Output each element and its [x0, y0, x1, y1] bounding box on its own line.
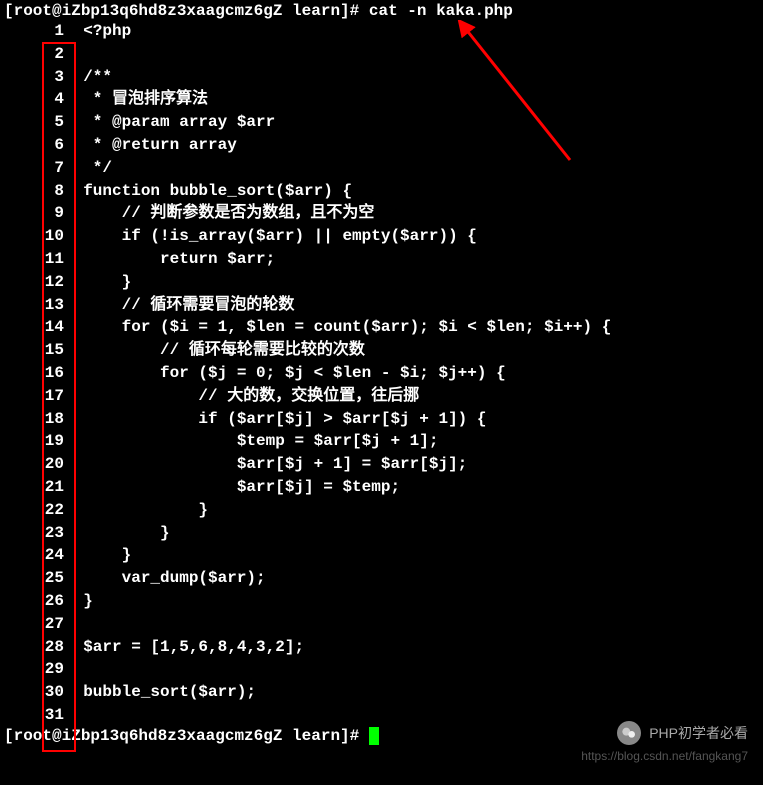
code-line: 21 $arr[$j] = $temp; [4, 476, 759, 499]
code-content: /** [83, 68, 112, 86]
code-line: 24 } [4, 544, 759, 567]
code-line: 11 return $arr; [4, 248, 759, 271]
code-line: 2 [4, 43, 759, 66]
watermark: https://blog.csdn.net/fangkang7 [581, 749, 748, 763]
code-content: $arr = [1,5,6,8,4,3,2]; [83, 638, 304, 656]
code-content: $arr[$j + 1] = $arr[$j]; [83, 455, 467, 473]
code-line: 25 var_dump($arr); [4, 567, 759, 590]
cursor [369, 727, 379, 745]
code-content: if (!is_array($arr) || empty($arr)) { [83, 227, 477, 245]
code-content: var_dump($arr); [83, 569, 265, 587]
line-number: 27 [4, 613, 64, 636]
code-content: $temp = $arr[$j + 1]; [83, 432, 438, 450]
wechat-icon [617, 721, 641, 745]
line-number: 13 [4, 294, 64, 317]
code-content: <?php [83, 22, 131, 40]
line-number: 1 [4, 20, 64, 43]
code-content: } [83, 592, 93, 610]
code-line: 17 // 大的数，交换位置，往后挪 [4, 385, 759, 408]
line-number: 10 [4, 225, 64, 248]
code-line: 16 for ($j = 0; $j < $len - $i; $j++) { [4, 362, 759, 385]
line-number: 16 [4, 362, 64, 385]
command-prompt-1: [root@iZbp13q6hd8z3xaagcmz6gZ learn]# ca… [4, 2, 759, 20]
code-content: for ($j = 0; $j < $len - $i; $j++) { [83, 364, 505, 382]
code-line: 20 $arr[$j + 1] = $arr[$j]; [4, 453, 759, 476]
code-content: // 循环需要冒泡的轮数 [83, 296, 294, 314]
code-content: } [83, 524, 169, 542]
line-number: 2 [4, 43, 64, 66]
line-number: 4 [4, 88, 64, 111]
code-line: 4 * 冒泡排序算法 [4, 88, 759, 111]
code-line: 29 [4, 658, 759, 681]
code-line: 15 // 循环每轮需要比较的次数 [4, 339, 759, 362]
line-number: 7 [4, 157, 64, 180]
line-number: 26 [4, 590, 64, 613]
code-line: 19 $temp = $arr[$j + 1]; [4, 430, 759, 453]
line-number: 17 [4, 385, 64, 408]
line-number: 9 [4, 202, 64, 225]
code-line: 14 for ($i = 1, $len = count($arr); $i <… [4, 316, 759, 339]
line-number: 19 [4, 430, 64, 453]
line-number: 23 [4, 522, 64, 545]
line-number: 11 [4, 248, 64, 271]
wechat-text: PHP初学者必看 [649, 723, 748, 743]
code-line: 27 [4, 613, 759, 636]
code-content: // 大的数，交换位置，往后挪 [83, 387, 419, 405]
code-line: 12 } [4, 271, 759, 294]
code-content: * @param array $arr [83, 113, 275, 131]
code-line: 23 } [4, 522, 759, 545]
code-line: 7 */ [4, 157, 759, 180]
line-number: 12 [4, 271, 64, 294]
line-number: 6 [4, 134, 64, 157]
code-content: } [83, 546, 131, 564]
code-content: function bubble_sort($arr) { [83, 182, 352, 200]
code-content: * 冒泡排序算法 [83, 90, 208, 108]
code-line: 18 if ($arr[$j] > $arr[$j + 1]) { [4, 408, 759, 431]
terminal[interactable]: [root@iZbp13q6hd8z3xaagcmz6gZ learn]# ca… [0, 0, 763, 747]
line-number: 22 [4, 499, 64, 522]
code-line: 22 } [4, 499, 759, 522]
code-content: return $arr; [83, 250, 275, 268]
code-output: 1 <?php2 3 /**4 * 冒泡排序算法5 * @param array… [4, 20, 759, 727]
line-number: 30 [4, 681, 64, 704]
code-content: for ($i = 1, $len = count($arr); $i < $l… [83, 318, 611, 336]
code-line: 1 <?php [4, 20, 759, 43]
line-number: 21 [4, 476, 64, 499]
code-line: 30 bubble_sort($arr); [4, 681, 759, 704]
code-line: 5 * @param array $arr [4, 111, 759, 134]
code-content: // 循环每轮需要比较的次数 [83, 341, 365, 359]
code-content: } [83, 501, 208, 519]
line-number: 3 [4, 66, 64, 89]
line-number: 14 [4, 316, 64, 339]
code-line: 3 /** [4, 66, 759, 89]
line-number: 18 [4, 408, 64, 431]
code-content: */ [83, 159, 112, 177]
code-line: 9 // 判断参数是否为数组，且不为空 [4, 202, 759, 225]
code-content: * @return array [83, 136, 237, 154]
line-number: 15 [4, 339, 64, 362]
code-line: 8 function bubble_sort($arr) { [4, 180, 759, 203]
line-number: 20 [4, 453, 64, 476]
line-number: 31 [4, 704, 64, 727]
line-number: 29 [4, 658, 64, 681]
line-number: 5 [4, 111, 64, 134]
code-line: 13 // 循环需要冒泡的轮数 [4, 294, 759, 317]
code-content: if ($arr[$j] > $arr[$j + 1]) { [83, 410, 486, 428]
code-content: bubble_sort($arr); [83, 683, 256, 701]
line-number: 24 [4, 544, 64, 567]
code-content: $arr[$j] = $temp; [83, 478, 400, 496]
code-content: } [83, 273, 131, 291]
code-content: // 判断参数是否为数组，且不为空 [83, 204, 374, 222]
wechat-badge: PHP初学者必看 [617, 721, 748, 745]
line-number: 25 [4, 567, 64, 590]
code-line: 10 if (!is_array($arr) || empty($arr)) { [4, 225, 759, 248]
line-number: 8 [4, 180, 64, 203]
code-line: 28 $arr = [1,5,6,8,4,3,2]; [4, 636, 759, 659]
code-line: 26 } [4, 590, 759, 613]
line-number: 28 [4, 636, 64, 659]
code-line: 6 * @return array [4, 134, 759, 157]
